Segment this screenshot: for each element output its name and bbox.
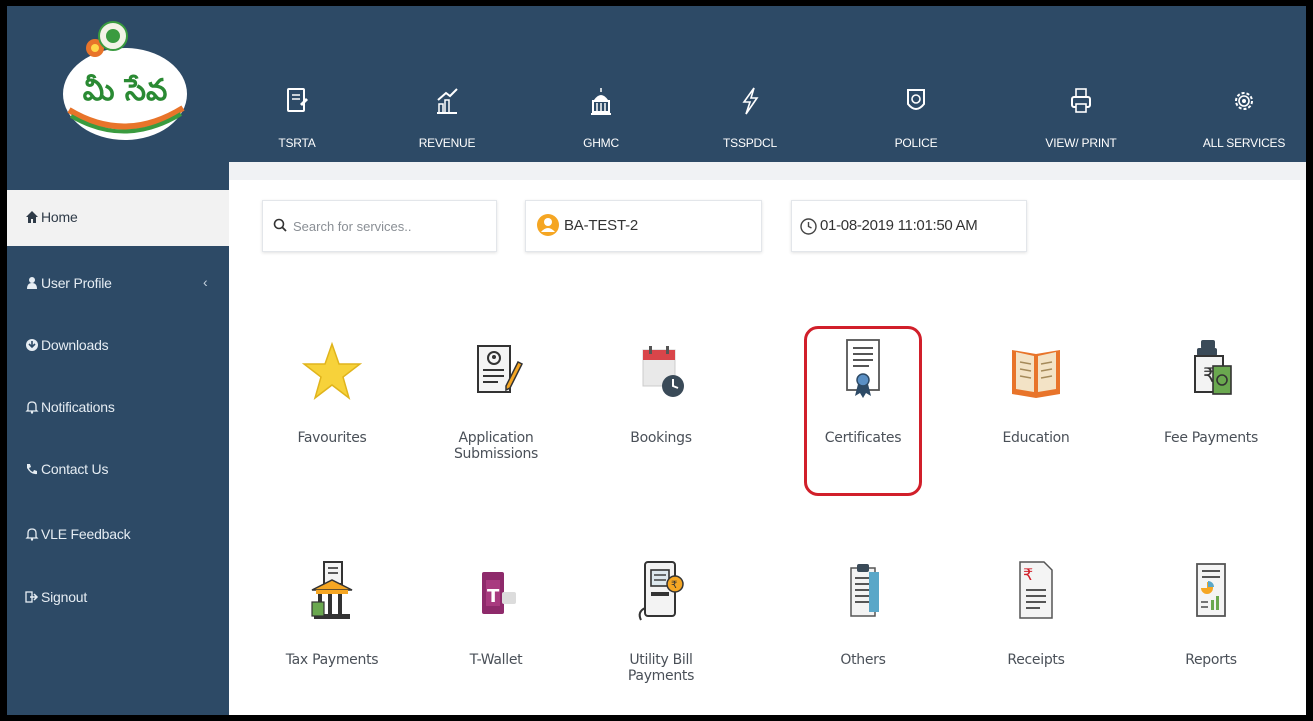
lightning-icon bbox=[742, 87, 759, 115]
tile-label: T-Wallet bbox=[469, 652, 523, 668]
star-icon bbox=[302, 341, 362, 400]
tile-label: Tax Payments bbox=[285, 652, 379, 668]
document-icon bbox=[287, 88, 308, 112]
tile-receipts[interactable]: ₹ Receipts bbox=[961, 558, 1111, 698]
datetime-text: 01-08-2019 11:01:50 AM bbox=[820, 217, 978, 234]
growth-icon bbox=[437, 88, 458, 114]
tile-label: Education bbox=[1002, 430, 1070, 446]
sidebar-item-label: Signout bbox=[41, 589, 88, 605]
nav-tsspdcl[interactable]: TSSPDCL bbox=[690, 6, 810, 162]
building-icon bbox=[591, 88, 611, 115]
user-icon bbox=[25, 276, 39, 290]
sidebar-item-label: User Profile bbox=[41, 275, 112, 291]
tile-label: Favourites bbox=[297, 430, 367, 446]
book-icon bbox=[1012, 350, 1060, 398]
nav-label: TSRTA bbox=[278, 136, 316, 150]
sidebar-item-contact-us[interactable]: Contact Us bbox=[7, 442, 229, 498]
nav-label: TSSPDCL bbox=[723, 136, 777, 150]
search-box[interactable] bbox=[262, 200, 497, 252]
nav-tsrta[interactable]: TSRTA bbox=[237, 6, 357, 162]
nav-label: GHMC bbox=[583, 136, 619, 150]
nav-all-services[interactable]: ALL SERVICES bbox=[1184, 6, 1304, 162]
tile-label: Utility Bill Payments bbox=[627, 652, 695, 684]
sidebar-item-label: Downloads bbox=[41, 337, 109, 353]
sidebar-item-home[interactable]: Home bbox=[7, 190, 229, 246]
sidebar-item-label: Notifications bbox=[41, 399, 115, 415]
tile-label: Reports bbox=[1185, 652, 1237, 668]
tile-utility-bill-payments[interactable]: ₹ Utility Bill Payments bbox=[586, 558, 736, 698]
clipboard-icon bbox=[850, 564, 879, 617]
content-top-strip bbox=[229, 162, 1306, 180]
tile-fee-payments[interactable]: ₹ Fee Payments bbox=[1136, 336, 1286, 476]
tile-t-wallet[interactable]: T T-Wallet bbox=[421, 558, 571, 698]
sidebar-item-vle-feedback[interactable]: VLE Feedback bbox=[7, 507, 229, 563]
user-box: BA-TEST-2 bbox=[525, 200, 762, 252]
report-chart-icon bbox=[1196, 563, 1226, 617]
user-avatar-icon bbox=[537, 214, 559, 236]
utility-bill-icon: ₹ bbox=[638, 561, 684, 621]
sidebar-item-notifications[interactable]: Notifications bbox=[7, 380, 229, 436]
nav-view-print[interactable]: VIEW/ PRINT bbox=[1021, 6, 1141, 162]
download-icon bbox=[25, 338, 39, 352]
sidebar-item-user-profile[interactable]: User Profile ‹ bbox=[7, 256, 229, 312]
tile-bookings[interactable]: Bookings bbox=[586, 336, 736, 476]
tile-tax-payments[interactable]: Tax Payments bbox=[257, 558, 407, 698]
tile-label: Application Submissions bbox=[453, 430, 539, 462]
tile-label: Receipts bbox=[1007, 652, 1065, 668]
logo-text: మీ సేవ bbox=[83, 73, 168, 108]
phone-icon bbox=[25, 462, 39, 476]
application-form-icon bbox=[477, 345, 524, 393]
printer-icon bbox=[1071, 88, 1091, 113]
calendar-clock-icon bbox=[642, 346, 684, 397]
sidebar-item-downloads[interactable]: Downloads bbox=[7, 318, 229, 374]
search-icon bbox=[273, 218, 287, 232]
sidebar-top-gap bbox=[7, 162, 229, 190]
gear-icon bbox=[1235, 92, 1253, 110]
badge-icon bbox=[907, 89, 925, 110]
tile-label: Others bbox=[840, 652, 886, 668]
nav-label: POLICE bbox=[894, 136, 938, 150]
nav-police[interactable]: POLICE bbox=[856, 6, 976, 162]
search-input[interactable] bbox=[293, 215, 488, 237]
clock-icon bbox=[800, 218, 817, 235]
nav-label: ALL SERVICES bbox=[1202, 136, 1286, 150]
datetime-box: 01-08-2019 11:01:50 AM bbox=[791, 200, 1027, 252]
svg-text:₹: ₹ bbox=[671, 580, 677, 591]
tile-others[interactable]: Others bbox=[788, 558, 938, 698]
tile-reports[interactable]: Reports bbox=[1136, 558, 1286, 698]
nav-revenue[interactable]: REVENUE bbox=[387, 6, 507, 162]
screenshot-frame: మీ సేవ TSRTA REVENUE GHMC TSSPDCL POLICE… bbox=[0, 0, 1313, 721]
certificates-highlight-box bbox=[804, 326, 922, 496]
meeseva-logo[interactable]: మీ సేవ bbox=[55, 18, 195, 144]
nav-label: VIEW/ PRINT bbox=[1045, 136, 1117, 150]
sidebar-item-signout[interactable]: Signout bbox=[7, 570, 229, 626]
tax-building-icon bbox=[311, 561, 353, 619]
bell-icon bbox=[25, 527, 39, 541]
top-nav: TSRTA REVENUE GHMC TSSPDCL POLICE VIEW/ … bbox=[237, 6, 1306, 162]
tile-label: Bookings bbox=[630, 430, 692, 446]
svg-text:T: T bbox=[487, 586, 500, 607]
top-header: మీ సేవ TSRTA REVENUE GHMC TSSPDCL POLICE… bbox=[7, 6, 1306, 162]
nav-label: REVENUE bbox=[418, 136, 476, 150]
sidebar-item-label: Contact Us bbox=[41, 461, 109, 477]
sidebar-item-label: Home bbox=[41, 209, 78, 225]
signout-icon bbox=[25, 590, 39, 604]
tile-application-submissions[interactable]: Application Submissions bbox=[421, 336, 571, 476]
sidebar-item-label: VLE Feedback bbox=[41, 526, 131, 542]
fee-payment-icon: ₹ bbox=[1194, 340, 1232, 395]
app-window: మీ సేవ TSRTA REVENUE GHMC TSSPDCL POLICE… bbox=[7, 6, 1306, 715]
tile-education[interactable]: Education bbox=[961, 336, 1111, 476]
main-content: BA-TEST-2 01-08-2019 11:01:50 AM Favouri… bbox=[229, 162, 1306, 715]
tile-label: Fee Payments bbox=[1164, 430, 1258, 446]
nav-ghmc[interactable]: GHMC bbox=[541, 6, 661, 162]
tile-favourites[interactable]: Favourites bbox=[257, 336, 407, 476]
home-icon bbox=[25, 210, 39, 224]
receipt-icon: ₹ bbox=[1019, 561, 1053, 619]
chevron-left-icon[interactable]: ‹ bbox=[203, 274, 208, 290]
wallet-icon: T bbox=[482, 572, 516, 614]
svg-text:₹: ₹ bbox=[1023, 565, 1033, 584]
bell-icon bbox=[25, 400, 39, 414]
user-name: BA-TEST-2 bbox=[564, 217, 639, 234]
sidebar: Home User Profile ‹ Downloads Notificati… bbox=[7, 162, 229, 715]
